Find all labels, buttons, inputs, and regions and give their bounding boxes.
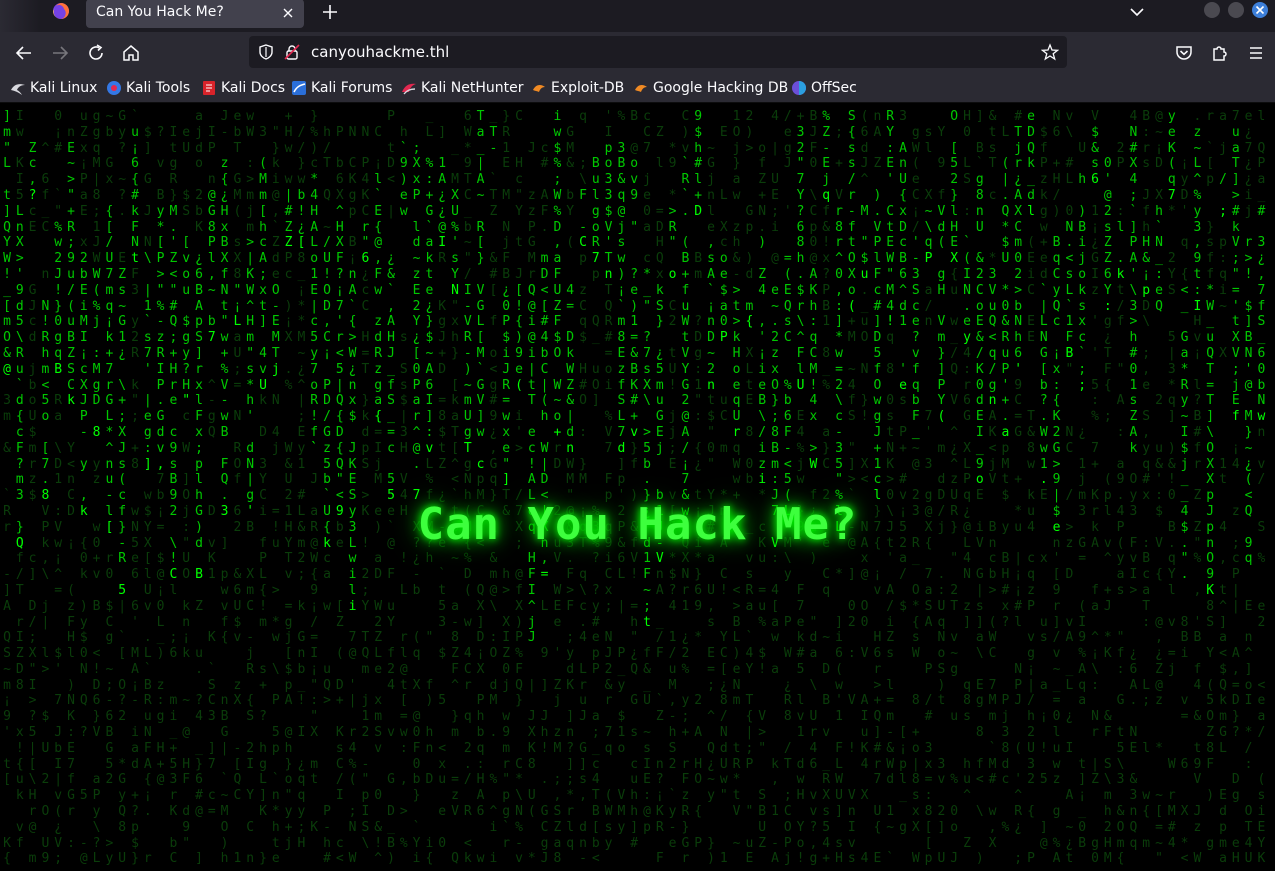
shield-icon[interactable]	[257, 43, 275, 61]
page-headline: Can You Hack Me?	[417, 499, 858, 550]
puzzle-icon[interactable]	[1208, 41, 1232, 65]
pocket-icon[interactable]	[1172, 41, 1196, 65]
tab-overflow-edge	[0, 0, 40, 32]
bookmark-kali-linux[interactable]: Kali Linux	[10, 78, 97, 98]
url-text[interactable]: canyouhackme.thl	[311, 43, 449, 61]
arrow-left-icon[interactable]	[12, 41, 36, 65]
plus-icon[interactable]	[318, 0, 342, 24]
close-icon[interactable]	[278, 3, 298, 23]
tab-active[interactable]: Can You Hack Me?	[86, 0, 304, 28]
reload-icon[interactable]	[84, 41, 108, 65]
maximize-button[interactable]	[1228, 2, 1244, 18]
kali-dragon-icon	[11, 84, 25, 95]
hamburger-icon[interactable]	[1244, 41, 1268, 65]
nethunter-icon	[402, 83, 416, 95]
arrow-right-icon[interactable]	[48, 41, 72, 65]
lock-icon[interactable]	[283, 43, 301, 61]
bookmark-label: Kali Forums	[311, 80, 393, 96]
kali-forums-icon	[292, 81, 306, 95]
star-icon[interactable]	[1041, 43, 1059, 61]
ghdb-icon	[635, 85, 647, 92]
offsec-icon	[792, 81, 806, 95]
firefox-icon[interactable]	[52, 2, 70, 20]
page-content: ] m " L t] Q Y W! _[m O & @ 3m & ` Rr -] A Q S ~ m ¡ 9 ' t…	[0, 103, 1275, 871]
bookmark-label: OffSec	[811, 80, 857, 96]
bookmark-label: Google Hacking DB	[653, 80, 789, 96]
minimize-button[interactable]	[1204, 2, 1220, 18]
url-bar[interactable]: canyouhackme.thl	[249, 36, 1067, 68]
navigation-bar: canyouhackme.thl	[0, 32, 1275, 74]
close-icon	[1255, 5, 1265, 15]
exploit-db-icon	[533, 85, 545, 92]
bookmark-label: Kali Docs	[221, 80, 286, 96]
home-icon[interactable]	[119, 41, 143, 65]
kali-docs-icon	[203, 81, 215, 95]
rain-column: l Q Pa _ # 3 ¿, 7 f S _ 6 0 b Nw n v / S % e2 < e a / (s i…	[1257, 109, 1266, 867]
bookmark-label: Exploit-DB	[551, 80, 625, 96]
bookmark-kali-tools[interactable]: Kali Tools	[106, 78, 190, 98]
bookmark-label: Kali NetHunter	[421, 80, 524, 96]
window-close-button[interactable]	[1252, 2, 1268, 18]
bookmark-offsec[interactable]: OffSec	[791, 78, 857, 98]
bookmark-exploit-db[interactable]: Exploit-DB	[531, 78, 624, 98]
bookmark-kali-docs[interactable]: Kali Docs	[201, 78, 285, 98]
tab-strip: Can You Hack Me?	[0, 0, 1275, 32]
bookmark-google-hacking-db[interactable]: Google Hacking DB	[633, 78, 788, 98]
kali-tools-icon	[107, 81, 121, 95]
tab-title: Can You Hack Me?	[96, 4, 224, 20]
bookmark-label: Kali Tools	[126, 80, 191, 96]
chevron-down-icon[interactable]	[1126, 1, 1148, 23]
bookmark-kali-nethunter[interactable]: Kali NetHunter	[401, 78, 523, 98]
bookmark-label: Kali Linux	[30, 80, 98, 96]
bookmarks-toolbar: Kali Linux Kali Tools Kali Docs Kali For…	[0, 74, 1275, 103]
bookmark-kali-forums[interactable]: Kali Forums	[291, 78, 392, 98]
